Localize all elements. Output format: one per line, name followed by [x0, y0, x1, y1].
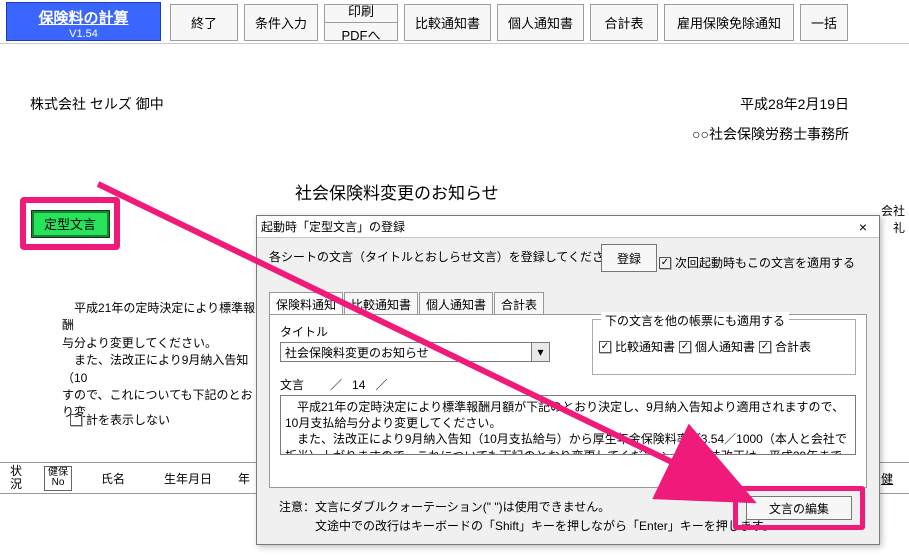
app-name: 保険料の計算: [7, 7, 160, 28]
document-area: 株式会社 セルズ 御中 平成28年2月19日 ○○社会保険労務士事務所 社会保険…: [0, 44, 909, 84]
line-info: ／ 14 ／: [330, 376, 387, 393]
bungen-label: 文言: [280, 376, 304, 393]
grp-individual[interactable]: 個人通知書: [679, 338, 755, 355]
end-button[interactable]: 終了: [170, 4, 238, 41]
title-combo[interactable]: 社会保険料変更のお知らせ ▾: [280, 342, 550, 362]
grp-individual-checkbox[interactable]: [679, 341, 691, 353]
dialog-titlebar: 起動時「定型文言」の登録 ×: [257, 216, 879, 238]
edit-button-highlight: 文言の編集: [733, 486, 865, 530]
edit-button[interactable]: 文言の編集: [746, 496, 852, 520]
dialog-tabs: 保険料通知 比較通知書 個人通知書 合計表: [269, 291, 867, 314]
print-label: 印刷: [325, 0, 397, 23]
pdf-label: PDFへ: [325, 23, 397, 46]
tab-total[interactable]: 合計表: [494, 292, 544, 315]
tab-compare[interactable]: 比較通知書: [344, 292, 418, 315]
dialog-title: 起動時「定型文言」の登録: [261, 218, 405, 235]
show-total-checkbox[interactable]: [70, 414, 82, 426]
grp-total-checkbox[interactable]: [759, 341, 771, 353]
apply-next-checkbox[interactable]: [659, 257, 671, 269]
tab-individual[interactable]: 個人通知書: [419, 292, 493, 315]
batch-button[interactable]: 一括: [800, 4, 848, 41]
register-button[interactable]: 登録: [601, 244, 657, 272]
total-button[interactable]: 合計表: [590, 4, 658, 41]
template-dialog: 起動時「定型文言」の登録 × 各シートの文言（タイトルとおしらせ文言）を登録して…: [256, 215, 880, 545]
col-status: 状 況: [0, 465, 32, 490]
col-kenpo-no: 健保 No: [44, 466, 72, 491]
document-title: 社会保険料変更のお知らせ: [295, 179, 499, 204]
app-title: 保険料の計算 V1.54: [6, 2, 161, 41]
individual-button[interactable]: 個人通知書: [497, 4, 584, 41]
koyo-button[interactable]: 雇用保険免除通知: [664, 4, 794, 41]
show-total-row[interactable]: 計を表示しない: [70, 411, 170, 428]
conditions-button[interactable]: 条件入力: [244, 4, 318, 41]
body-fragment: 平成21年の定時決定により標準報酬 与分より変更してください。 また、法改正によ…: [62, 300, 257, 422]
col-year: 年: [228, 470, 258, 487]
apply-other-group: 下の文言を他の帳票にも適用する 比較通知書 個人通知書 合計表: [592, 319, 856, 375]
title-value: 社会保険料変更のお知らせ: [281, 344, 531, 361]
main-toolbar: 保険料の計算 V1.54 終了 条件入力 印刷 PDFへ 比較通知書 個人通知書…: [0, 0, 909, 44]
apply-next-label: 次回起動時もこの文言を適用する: [675, 254, 855, 271]
template-button[interactable]: 定型文言: [32, 211, 109, 237]
corner-label: 会社 礼: [881, 202, 905, 236]
dialog-panel: タイトル 社会保険料変更のお知らせ ▾ 下の文言を他の帳票にも適用する 比較通知…: [269, 314, 867, 488]
bungen-textarea[interactable]: 平成21年の定時決定により標準報酬月額が下記のとおり決定し、9月納入告知より適用…: [280, 395, 856, 455]
grp-total[interactable]: 合計表: [759, 338, 811, 355]
grp-compare-checkbox[interactable]: [599, 341, 611, 353]
grp-compare[interactable]: 比較通知書: [599, 338, 675, 355]
col-name: 氏名: [78, 470, 148, 487]
group-legend: 下の文言を他の帳票にも適用する: [601, 312, 789, 329]
addressee: 株式会社 セルズ 御中: [30, 94, 164, 114]
close-icon[interactable]: ×: [851, 219, 875, 235]
show-total-label: 計を表示しない: [86, 411, 170, 428]
apply-next-row[interactable]: 次回起動時もこの文言を適用する: [659, 254, 855, 271]
print-pdf-button[interactable]: 印刷 PDFへ: [324, 4, 398, 41]
template-button-highlight: 定型文言: [20, 197, 120, 250]
office-name: ○○社会保険労務士事務所: [692, 124, 849, 144]
app-version: V1.54: [7, 28, 160, 40]
tab-hokenryo[interactable]: 保険料通知: [269, 292, 343, 315]
col-birth: 生年月日: [148, 470, 228, 487]
issue-date: 平成28年2月19日: [740, 94, 849, 114]
chevron-down-icon[interactable]: ▾: [531, 343, 549, 361]
compare-button[interactable]: 比較通知書: [404, 4, 491, 41]
